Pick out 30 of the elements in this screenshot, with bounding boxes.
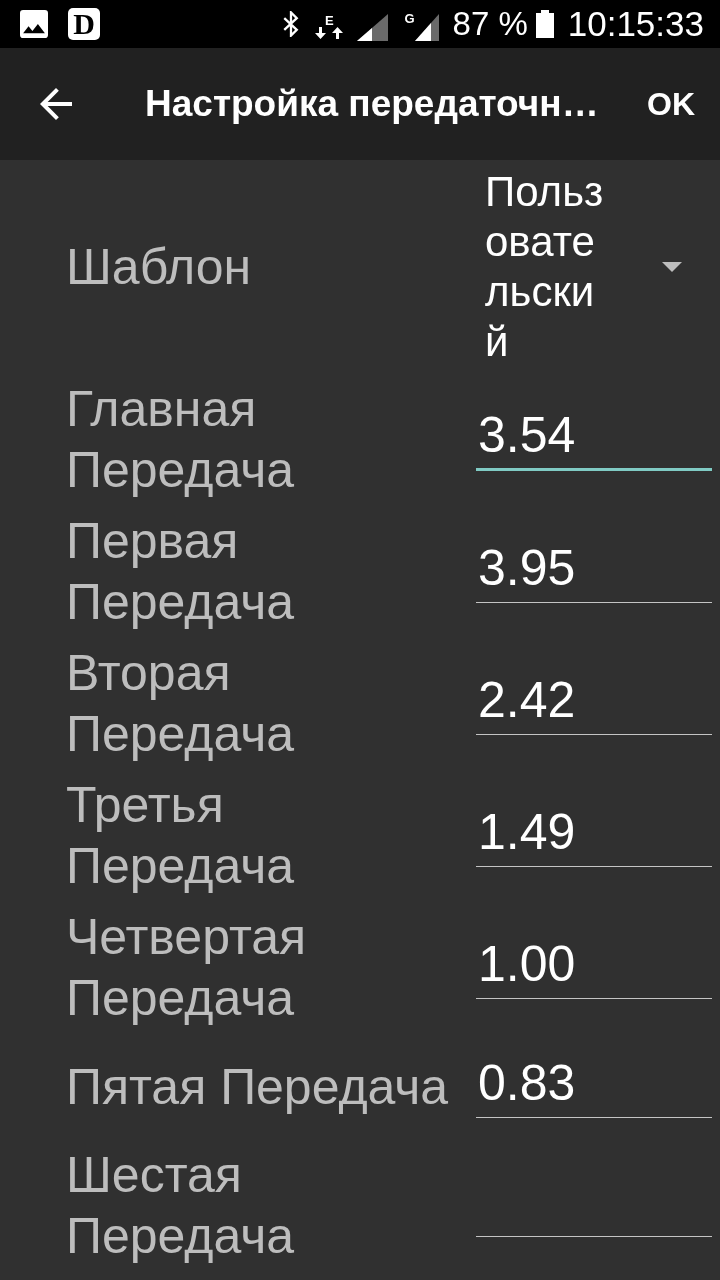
gear-ratio-field[interactable]: 1.49 <box>476 793 712 867</box>
gear-ratio-field[interactable]: 2.42 <box>476 661 712 735</box>
signal-icon <box>357 13 389 41</box>
gear-ratio-field[interactable]: 3.54 <box>476 397 712 471</box>
gear-label: Первая Передача <box>66 513 294 630</box>
battery-percent: 87 % <box>452 5 528 43</box>
gear-label: Главная Передача <box>66 381 294 498</box>
template-dropdown[interactable]: Пользовательский <box>476 167 712 367</box>
network-type-label: G <box>404 12 415 25</box>
gear-label: Третья Передача <box>66 777 294 894</box>
gear-label: Шестая Передача <box>66 1147 294 1264</box>
back-button[interactable] <box>40 88 72 120</box>
caret-icon[interactable] <box>662 262 682 272</box>
gear-ratio-field[interactable]: 1.00 <box>476 925 712 999</box>
battery-icon <box>535 10 554 38</box>
gear-ratio-field[interactable]: 0.83 <box>476 1044 712 1118</box>
signal-icon <box>414 13 439 41</box>
gear-ratio-field[interactable]: 3.95 <box>476 529 712 603</box>
template-label: Шаблон <box>66 238 252 295</box>
network-type-label: E <box>325 13 334 27</box>
data-arrows-icon <box>315 26 344 39</box>
gear-label: Пятая Передача <box>66 1058 449 1115</box>
app-logo: D <box>68 8 100 40</box>
screen-title: Настройка передаточн… <box>145 82 599 127</box>
clock-time: 10:15:33 <box>567 4 704 44</box>
bluetooth-icon <box>282 11 301 37</box>
gear-label: Вторая Передача <box>66 645 294 762</box>
gallery-icon <box>20 10 48 38</box>
gear-label: Четвертая Передача <box>66 909 307 1026</box>
ok-button[interactable]: OK <box>647 80 695 128</box>
